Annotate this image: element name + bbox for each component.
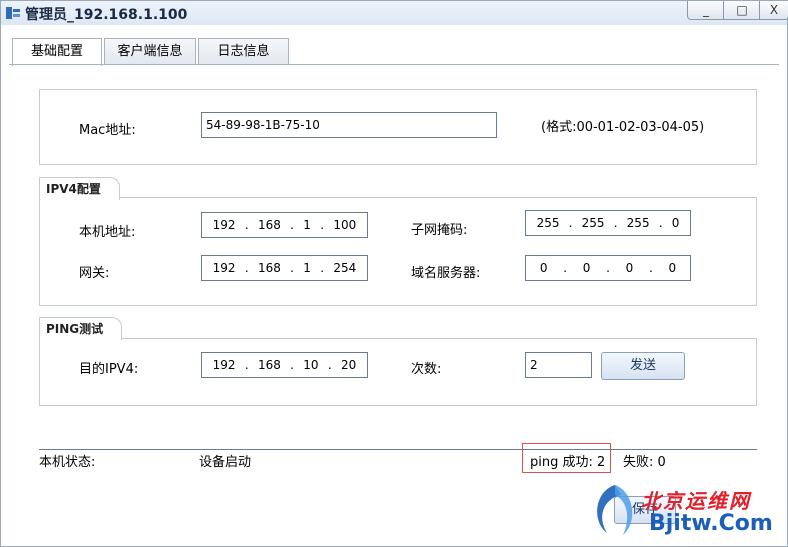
dns-label: 域名服务器: xyxy=(411,266,481,281)
ip-octet: 1 xyxy=(303,218,311,232)
title-bar[interactable]: 管理员_192.168.1.100 _ □ X xyxy=(1,1,788,25)
ip-octet: 255 xyxy=(581,216,605,230)
ip-octet: 0 xyxy=(671,216,680,230)
watermark-en-text: Bjitw.Com xyxy=(649,511,773,536)
send-button[interactable]: 发送 xyxy=(601,352,685,380)
subnet-mask-input[interactable]: 255. 255. 255. 0 xyxy=(525,210,691,236)
ip-octet: 255 xyxy=(626,216,650,230)
close-button[interactable]: X xyxy=(759,1,788,20)
ip-octet: 10 xyxy=(303,358,319,372)
subnet-mask-label: 子网掩码: xyxy=(411,223,468,238)
ping-fail-count: 失败: 0 xyxy=(623,455,666,470)
tab-divider xyxy=(9,64,779,65)
app-icon xyxy=(6,7,20,19)
tab-basic-config[interactable]: 基础配置 xyxy=(12,38,102,66)
minimize-button[interactable]: _ xyxy=(687,1,725,20)
mac-format-hint: (格式:00-01-02-03-04-05) xyxy=(541,120,705,135)
ip-octet: 0 xyxy=(625,261,634,275)
ip-octet: 192 xyxy=(212,218,236,232)
ping-group-label: PING测试 xyxy=(39,317,123,340)
local-ip-input[interactable]: 192. 168. 1. 100 xyxy=(201,212,368,238)
gateway-input[interactable]: 192. 168. 1. 254 xyxy=(201,255,368,281)
ping-success-count: ping 成功: 2 xyxy=(530,455,606,470)
watermark: 北京运维网 Bjitw.Com xyxy=(585,481,785,543)
ping-target-input[interactable]: 192. 168. 10. 20 xyxy=(201,352,368,378)
ping-count-input[interactable]: 2 xyxy=(525,352,592,378)
window-title: 管理员_192.168.1.100 xyxy=(25,7,188,23)
ip-octet: 20 xyxy=(341,358,357,372)
mac-input[interactable]: 54-89-98-1B-75-10 xyxy=(201,112,497,138)
ping-count-label: 次数: xyxy=(411,362,442,377)
ip-octet: 255 xyxy=(536,216,560,230)
watermark-cn-text: 北京运维网 xyxy=(641,489,751,513)
ip-octet: 192 xyxy=(212,261,236,275)
local-ip-label: 本机地址: xyxy=(79,225,136,240)
ping-target-label: 目的IPV4: xyxy=(79,362,139,377)
ip-octet: 168 xyxy=(257,218,281,232)
ip-octet: 1 xyxy=(303,261,311,275)
ip-octet: 192 xyxy=(212,358,236,372)
maximize-button[interactable]: □ xyxy=(723,1,761,20)
ipv4-group-label: IPV4配置 xyxy=(39,177,120,200)
ip-octet: 0 xyxy=(668,261,677,275)
status-label: 本机状态: xyxy=(39,455,96,470)
status-value: 设备启动 xyxy=(199,455,252,470)
ip-octet: 168 xyxy=(257,358,281,372)
ip-octet: 0 xyxy=(582,261,591,275)
ip-octet: 168 xyxy=(257,261,281,275)
ip-octet: 100 xyxy=(333,218,357,232)
tab-client-info[interactable]: 客户端信息 xyxy=(104,38,196,65)
status-separator xyxy=(39,449,757,450)
window: 管理员_192.168.1.100 _ □ X 基础配置 客户端信息 日志信息 … xyxy=(0,0,788,547)
tab-log-info[interactable]: 日志信息 xyxy=(198,38,289,65)
dns-input[interactable]: 0. 0. 0. 0 xyxy=(525,255,691,281)
watermark-logo-icon xyxy=(597,485,633,535)
ip-octet: 0 xyxy=(539,261,548,275)
gateway-label: 网关: xyxy=(79,266,110,281)
mac-label: Mac地址: xyxy=(79,123,136,138)
ip-octet: 254 xyxy=(333,261,357,275)
